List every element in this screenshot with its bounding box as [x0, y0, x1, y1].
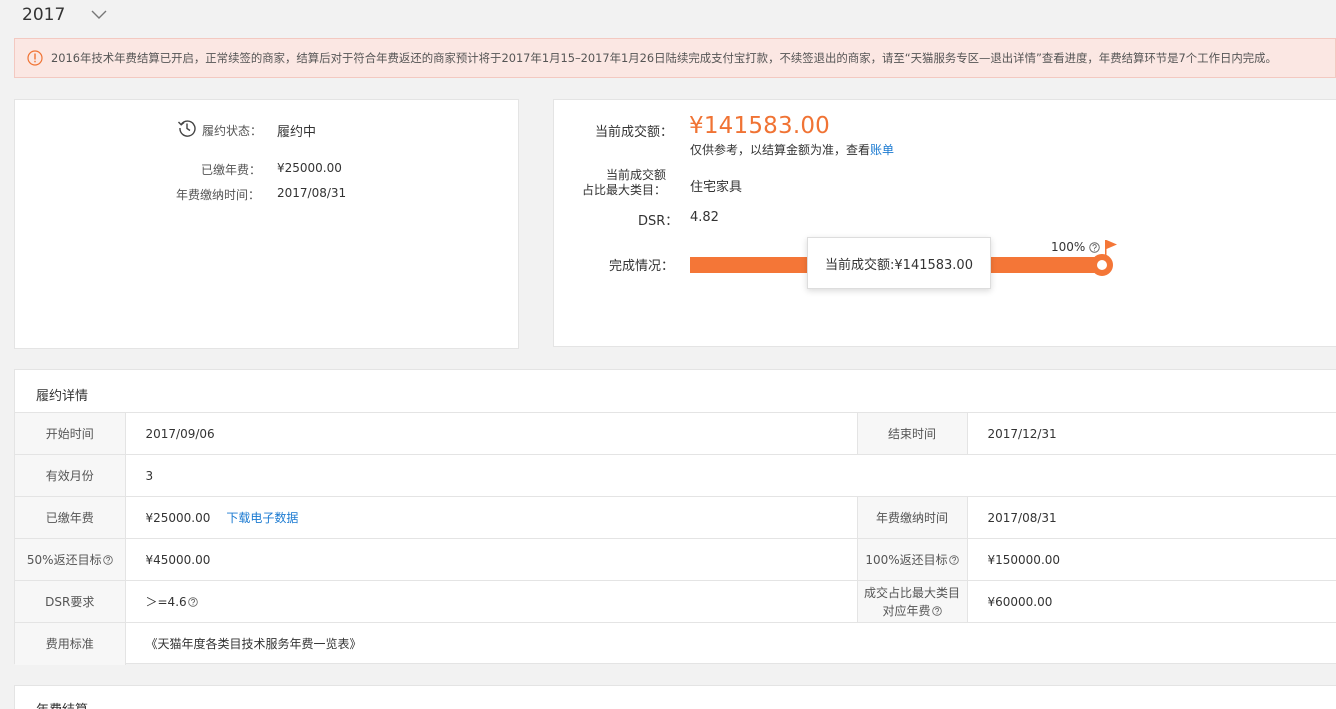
fee-std-value[interactable]: 《天猫年度各类目技术服务年费一览表》	[125, 622, 1336, 665]
question-circle-icon[interactable]	[931, 605, 942, 616]
pay-time-value: 2017/08/31	[277, 186, 347, 200]
paid-cell: ¥25000.00 下载电子数据	[125, 496, 857, 539]
progress-percent: 100%	[1051, 240, 1101, 254]
table-row: DSR要求 ＞=4.6 成交占比最大类目 对应年费 ¥60000.00	[15, 580, 1336, 623]
top-category-label-line2: 占比最大类目：	[581, 183, 666, 197]
info-circle-icon	[27, 50, 43, 66]
amount-note-text: 仅供参考，以结算金额为准，查看	[690, 143, 871, 157]
start-time-value: 2017/09/06	[125, 412, 857, 455]
settlement-notice: 2016年技术年费结算已开启，正常续签的商家，结算后对于符合年费返还的商家预计将…	[14, 38, 1336, 78]
months-value: 3	[125, 454, 1336, 497]
paid-fee-label: 已缴年费：	[201, 163, 262, 177]
top-cat-fee-label-cell: 成交占比最大类目 对应年费	[856, 580, 968, 623]
detail-table: 开始时间 2017/09/06 结束时间 2017/12/31 有效月份 3 已…	[15, 412, 1336, 665]
detail-pay-time-label: 年费缴纳时间	[856, 496, 968, 539]
question-circle-icon[interactable]	[948, 554, 959, 565]
amount-note: 仅供参考，以结算金额为准，查看账单	[690, 141, 894, 158]
progress-percent-text: 100%	[1051, 240, 1086, 254]
question-circle-icon[interactable]	[1089, 241, 1101, 253]
detail-pay-time-value: 2017/08/31	[967, 496, 1336, 539]
table-row: 开始时间 2017/09/06 结束时间 2017/12/31	[15, 412, 1336, 455]
top-category-value: 住宅家具	[690, 180, 743, 195]
chevron-down-icon	[91, 10, 107, 19]
top-category-label-line1: 当前成交额	[605, 168, 666, 182]
progress-label: 完成情况：	[609, 259, 675, 274]
dsr-label: DSR：	[638, 214, 679, 229]
top-cat-fee-value: ¥60000.00	[967, 580, 1336, 623]
amount-tooltip: 当前成交额:¥141583.00	[807, 237, 991, 289]
question-circle-icon[interactable]	[187, 597, 198, 607]
dsr-req-cell: ＞=4.6	[125, 580, 857, 623]
settlement-section: 年费结算	[14, 685, 1336, 709]
current-amount-label: 当前成交额：	[595, 125, 674, 140]
table-row: 有效月份 3	[15, 454, 1336, 497]
dsr-req-label: DSR要求	[15, 580, 126, 623]
table-row: 50%返还目标 ¥45000.00 100%返还目标 ¥150000.00	[15, 538, 1336, 581]
question-circle-icon[interactable]	[102, 554, 113, 565]
current-amount-value: ¥141583.00	[689, 113, 831, 139]
status-value: 履约中	[277, 125, 317, 140]
target100-value: ¥150000.00	[967, 538, 1336, 581]
status-label: 履约状态：	[202, 124, 263, 138]
history-clock-icon	[177, 120, 196, 137]
pay-time-label: 年费缴纳时间：	[176, 188, 261, 202]
end-time-label: 结束时间	[856, 412, 968, 455]
download-data-link[interactable]: 下载电子数据	[226, 511, 298, 525]
paid-value: ¥25000.00	[145, 511, 211, 525]
performance-panel: 当前成交额： ¥141583.00 仅供参考，以结算金额为准，查看账单 当前成交…	[553, 99, 1336, 347]
contract-status-panel: 履约状态： 履约中 已缴年费： ¥25000.00 年费缴纳时间： 2017/0…	[14, 99, 519, 349]
settlement-title: 年费结算	[36, 699, 88, 709]
contract-detail-section: 履约详情 开始时间 2017/09/06 结束时间 2017/12/31 有效月…	[14, 369, 1336, 665]
year-select[interactable]: 2017	[22, 2, 107, 28]
top-cat-fee-label-line2-wrap: 对应年费	[858, 602, 967, 620]
year-value: 2017	[22, 5, 66, 25]
fee-std-label: 费用标准	[15, 622, 126, 665]
notice-text: 2016年技术年费结算已开启，正常续签的商家，结算后对于符合年费返还的商家预计将…	[51, 51, 1277, 65]
target100-label-cell: 100%返还目标	[856, 538, 968, 581]
paid-label: 已缴年费	[15, 496, 126, 539]
dsr-req-value: ＞=4.6	[145, 595, 187, 609]
table-row: 已缴年费 ¥25000.00 下载电子数据 年费缴纳时间 2017/08/31	[15, 496, 1336, 539]
top-cat-fee-label-line2: 对应年费	[882, 603, 931, 618]
top-cat-fee-label-line1: 成交占比最大类目	[863, 585, 960, 600]
start-time-label: 开始时间	[15, 412, 126, 455]
end-time-value: 2017/12/31	[967, 412, 1336, 455]
detail-title: 履约详情	[36, 389, 89, 404]
bill-link[interactable]: 账单	[870, 143, 894, 157]
dsr-value: 4.82	[690, 210, 719, 225]
target50-label-cell: 50%返还目标	[15, 538, 126, 581]
target50-label: 50%返还目标	[26, 552, 102, 567]
top-category-label: 当前成交额 占比最大类目：	[582, 168, 666, 198]
months-label: 有效月份	[15, 454, 126, 497]
tooltip-text: 当前成交额:¥141583.00	[825, 257, 973, 273]
progress-knob[interactable]	[1091, 254, 1113, 276]
paid-fee-value: ¥25000.00	[277, 161, 342, 175]
target50-value: ¥45000.00	[125, 538, 857, 581]
table-row: 费用标准 《天猫年度各类目技术服务年费一览表》	[15, 622, 1336, 665]
target100-label: 100%返还目标	[865, 552, 948, 567]
